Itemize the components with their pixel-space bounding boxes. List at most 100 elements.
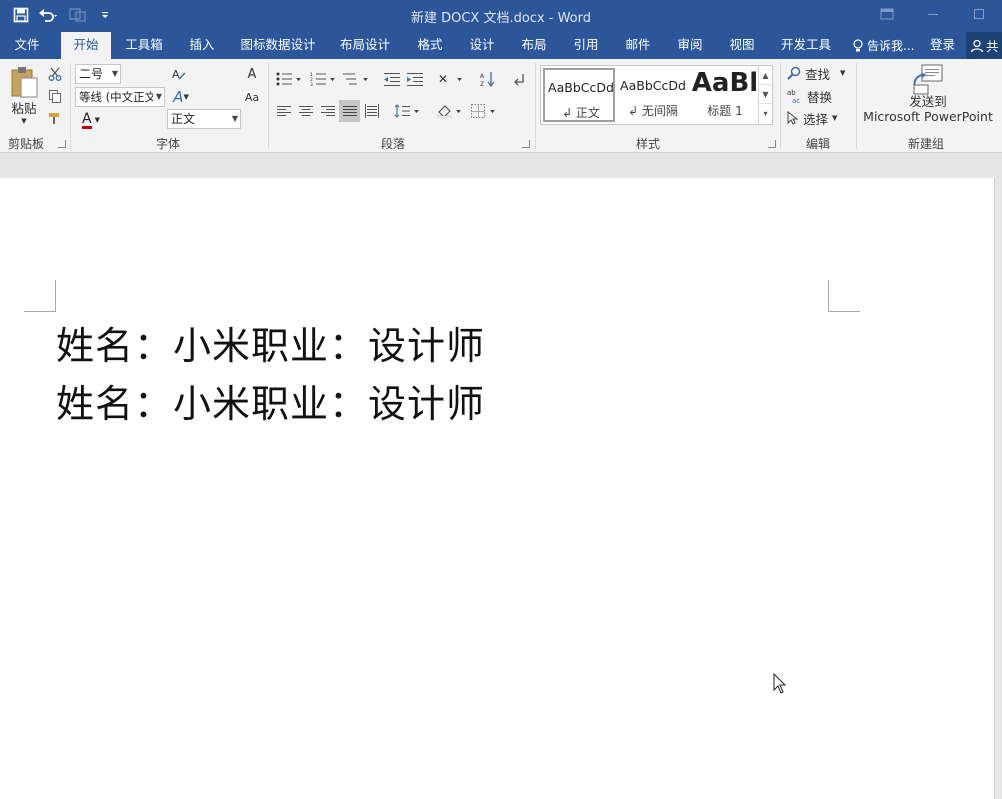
- show-marks-icon[interactable]: [510, 69, 530, 89]
- copy-icon[interactable]: [46, 87, 64, 105]
- ribbon-display-options-icon[interactable]: [864, 0, 910, 28]
- borders-icon[interactable]: [469, 101, 499, 121]
- touch-mode-icon[interactable]: [68, 4, 88, 26]
- chevron-down-icon: ▼: [231, 114, 238, 123]
- quick-access-toolbar: [12, 4, 114, 26]
- style-sample: AaBl: [691, 68, 759, 98]
- search-icon: [787, 66, 801, 80]
- tab-toolbox[interactable]: 工具箱: [120, 32, 168, 59]
- document-area: 姓名：小米职业：设计师 姓名：小米职业：设计师: [0, 153, 1002, 799]
- customize-qat-icon[interactable]: [96, 4, 114, 26]
- tab-design[interactable]: 设计: [462, 32, 502, 59]
- svg-text:Z: Z: [480, 81, 484, 87]
- save-icon[interactable]: [12, 4, 30, 26]
- align-right-icon[interactable]: [318, 101, 338, 121]
- tab-file[interactable]: 文件: [6, 32, 48, 59]
- tab-insert[interactable]: 插入: [182, 32, 222, 59]
- paste-button[interactable]: 粘贴 ▼: [6, 65, 42, 125]
- replace-button[interactable]: ab ac 替换: [787, 87, 847, 105]
- tab-references[interactable]: 引用: [566, 32, 606, 59]
- font-color-button[interactable]: A ▼: [76, 110, 106, 130]
- tab-home[interactable]: 开始: [61, 32, 111, 59]
- distributed-icon[interactable]: [362, 101, 382, 121]
- style-normal[interactable]: AaBbCcDd ↲ 正文: [543, 68, 615, 122]
- tab-view[interactable]: 视图: [722, 32, 762, 59]
- styles-gallery: AaBbCcDd ↲ 正文 AaBbCcDd ↲ 无间隔 AaBl 标题 1 ▲…: [540, 65, 773, 125]
- align-left-icon[interactable]: [274, 101, 294, 121]
- tab-mailings[interactable]: 邮件: [618, 32, 658, 59]
- style-sample: AaBbCcDd: [620, 78, 686, 93]
- gallery-more-icon[interactable]: ▾: [759, 104, 772, 123]
- tab-chart-design[interactable]: 图标数据设计: [236, 32, 320, 59]
- style-value: 正文: [171, 112, 196, 126]
- window-controls: [864, 0, 1002, 32]
- replace-label: 替换: [807, 89, 833, 105]
- paste-dropdown-icon: ▼: [21, 116, 27, 125]
- send-to-powerpoint-button[interactable]: 发送到 Microsoft PowerPoint: [862, 63, 994, 133]
- sort-icon[interactable]: AZ: [478, 69, 498, 89]
- tab-layout[interactable]: 布局: [514, 32, 554, 59]
- tell-me-label: 告诉我...: [867, 38, 915, 53]
- case-button[interactable]: Aa: [242, 88, 262, 106]
- undo-icon[interactable]: [38, 4, 60, 26]
- clipboard-icon: [11, 66, 38, 97]
- style-no-spacing[interactable]: AaBbCcDd ↲ 无间隔: [617, 68, 689, 122]
- find-button[interactable]: 查找 ▼: [787, 64, 851, 82]
- maximize-icon[interactable]: [956, 0, 1002, 28]
- title-bar: 新建 DOCX 文档.docx - Word: [0, 0, 1002, 32]
- ribbon-tabs: 文件 开始 工具箱 插入 图标数据设计 布局设计 格式 设计 布局 引用 邮件 …: [0, 32, 1002, 59]
- style-heading-1[interactable]: AaBl 标题 1: [691, 68, 759, 122]
- font-name-dropdown[interactable]: 等线 (中文正文 ▼: [75, 87, 165, 107]
- font-size-dropdown[interactable]: 二号 ▼: [75, 64, 121, 84]
- tell-me-box[interactable]: 告诉我...: [852, 32, 914, 59]
- crop-mark-left: [24, 280, 56, 312]
- separator: [70, 63, 71, 149]
- multilevel-list-icon[interactable]: [341, 69, 371, 89]
- tab-layout-design[interactable]: 布局设计: [334, 32, 396, 59]
- select-button[interactable]: 选择 ▼: [787, 109, 851, 127]
- gallery-down-icon[interactable]: ▼: [759, 85, 772, 104]
- chevron-down-icon: ▼: [155, 92, 162, 101]
- decrease-indent-icon[interactable]: [382, 69, 402, 89]
- sign-in-link[interactable]: 登录: [930, 32, 955, 59]
- align-center-icon[interactable]: [296, 101, 316, 121]
- format-painter-icon[interactable]: [46, 109, 64, 127]
- share-label: 共: [986, 39, 999, 54]
- clipboard-launcher-icon[interactable]: [58, 140, 66, 148]
- chevron-down-icon: ▼: [94, 116, 100, 124]
- line-spacing-icon[interactable]: [392, 101, 422, 121]
- style-dropdown[interactable]: 正文 ▼: [167, 109, 241, 129]
- paragraph-launcher-icon[interactable]: [522, 140, 530, 148]
- svg-text:ab: ab: [787, 89, 796, 97]
- svg-text:ac: ac: [792, 97, 800, 104]
- increase-indent-icon[interactable]: [405, 69, 425, 89]
- font-name-value: 等线 (中文正文: [79, 90, 153, 104]
- gallery-up-icon[interactable]: ▲: [759, 66, 772, 85]
- tab-review[interactable]: 审阅: [670, 32, 710, 59]
- numbering-icon[interactable]: 123: [308, 69, 338, 89]
- document-line[interactable]: 姓名：小米职业：设计师: [56, 373, 485, 428]
- share-button[interactable]: 共: [966, 32, 1002, 59]
- separator: [780, 63, 781, 149]
- ribbon-home: 粘贴 ▼ 剪贴板 二号 ▼ A A 等线 (中文正文 ▼ A ▼ Aa A ▼ …: [0, 59, 1002, 153]
- justify-icon[interactable]: [339, 100, 360, 122]
- cut-icon[interactable]: [46, 65, 64, 83]
- text-effects-button[interactable]: A ▼: [168, 87, 194, 107]
- tab-developer[interactable]: 开发工具: [776, 32, 836, 59]
- shading-icon[interactable]: [435, 101, 465, 121]
- tab-format[interactable]: 格式: [410, 32, 450, 59]
- chinese-layout-icon[interactable]: ✕: [436, 69, 466, 89]
- send-to-line1: 发送到: [909, 94, 947, 109]
- grow-font-button[interactable]: A: [243, 64, 261, 84]
- change-case-icon[interactable]: A: [168, 64, 188, 84]
- document-page[interactable]: 姓名：小米职业：设计师 姓名：小米职业：设计师: [0, 178, 995, 799]
- bullets-icon[interactable]: [274, 69, 304, 89]
- text-effects-glyph: A: [173, 88, 184, 106]
- paragraph-group-label: 段落: [380, 137, 405, 151]
- document-line[interactable]: 姓名：小米职业：设计师: [56, 315, 485, 370]
- separator: [856, 63, 857, 149]
- chevron-down-icon: ▼: [183, 93, 189, 101]
- styles-launcher-icon[interactable]: [768, 140, 776, 148]
- svg-text:✕: ✕: [438, 72, 448, 86]
- minimize-icon[interactable]: [910, 0, 956, 28]
